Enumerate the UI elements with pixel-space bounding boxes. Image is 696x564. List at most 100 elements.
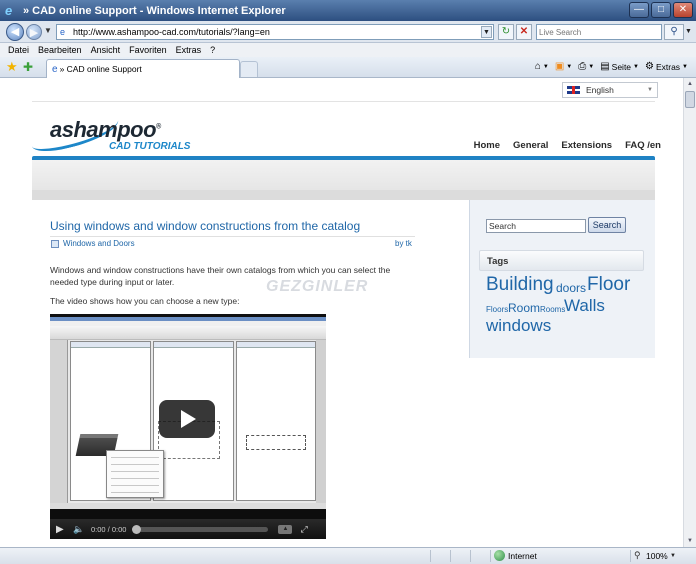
site-logo[interactable]: ashampoo® CAD TUTORIALS [50,117,190,152]
tag-floor[interactable]: Floor [587,274,630,296]
status-divider [450,550,451,562]
sidebar-search-input[interactable] [486,219,586,233]
logo-registered-mark: ® [156,123,161,131]
status-divider [490,550,491,562]
live-search-input[interactable] [537,25,655,39]
category-link[interactable]: Windows and Doors [63,239,135,248]
header-banner-footer [32,190,655,200]
rss-icon: ▣ [554,61,565,72]
logo-subtitle: CAD TUTORIALS [109,141,191,152]
menu-favorites[interactable]: Favoriten [129,45,167,55]
zoom-dropdown-icon[interactable]: ▼ [670,553,676,559]
zoom-level[interactable]: 100% [646,551,668,561]
tab-page-icon: e [52,63,58,75]
close-button[interactable]: ✕ [673,2,693,18]
tools-menu-button[interactable]: ⚙ Extras ▼ [645,61,688,72]
fullscreen-icon[interactable]: ⤢ [300,524,307,535]
tab-label: » CAD online Support [59,64,142,74]
url-text: http://www.ashampoo-cad.com/tutorials/?l… [73,27,270,37]
sidebar-search-button[interactable]: Search [588,217,626,233]
internet-zone-globe-icon [494,550,505,561]
volume-icon[interactable]: 🔈 [73,524,85,535]
menu-file[interactable]: Datei [8,45,29,55]
scroll-up-icon[interactable]: ▲ [685,79,695,89]
tag-floors[interactable]: Floors [486,305,508,314]
language-select[interactable]: English ▼ [562,82,658,98]
tag-doors[interactable]: doors [556,281,586,295]
nav-extensions[interactable]: Extensions [561,140,612,151]
uk-flag-icon [567,86,580,94]
nav-faq[interactable]: FAQ /en [625,140,661,151]
nav-home[interactable]: Home [474,140,500,151]
post-title[interactable]: Using windows and window constructions f… [50,219,360,233]
tags-heading: Tags [479,250,644,271]
vertical-scrollbar[interactable]: ▲ ▼ [683,78,696,547]
print-button[interactable]: ⎙ ▼ [578,61,594,72]
favorites-star-icon[interactable]: ★ [6,60,18,74]
seek-handle[interactable] [132,524,142,534]
page-icon: e [60,27,66,37]
feeds-button[interactable]: ▣ ▼ [555,61,572,72]
menu-view[interactable]: Ansicht [91,45,121,55]
video-seek-bar[interactable] [132,524,269,534]
tag-room[interactable]: Room [508,301,540,315]
url-field[interactable]: e http://www.ashampoo-cad.com/tutorials/… [56,24,494,40]
window-controls: — □ ✕ [629,2,693,18]
new-tab-button[interactable] [240,61,258,77]
logo-brand: ashampoo® [50,117,161,142]
status-bar: Internet ⚲ 100% ▼ [0,547,696,564]
forward-button[interactable]: ▶ [26,24,42,40]
tab-cad-support[interactable]: e » CAD online Support [46,59,240,78]
command-bar: ⌂ ▼ ▣ ▼ ⎙ ▼ ▤ Seite ▼ ⚙ Extras ▼ [535,61,688,72]
printer-icon: ⎙ [578,61,587,72]
page-icon: ▤ [600,61,610,72]
stop-button[interactable]: ✕ [516,24,532,40]
security-zone-label[interactable]: Internet [508,551,537,561]
video-play-overlay-button[interactable] [159,400,215,438]
refresh-button[interactable]: ↻ [498,24,514,40]
scroll-down-icon[interactable]: ▼ [685,536,695,546]
tag-rooms[interactable]: Rooms [540,305,565,314]
category-folder-icon [51,240,59,248]
home-button[interactable]: ⌂ ▼ [535,61,549,72]
tools-menu-label: Extras [655,61,681,72]
menu-edit[interactable]: Bearbeiten [38,45,82,55]
home-icon: ⌂ [534,61,541,72]
quality-toggle-button[interactable]: ▲ [278,524,293,534]
url-dropdown-icon[interactable]: ▼ [481,26,492,38]
history-dropdown-icon[interactable]: ▼ [44,26,52,35]
page-menu-button[interactable]: ▤ Seite ▼ [600,61,639,72]
back-button[interactable]: ◀ [6,23,24,41]
video-player[interactable]: ▶ 🔈 0:00 / 0:00 ▲ ⤢ [50,314,326,539]
window-titlebar: e » CAD online Support - Windows Interne… [0,0,696,21]
menu-tools[interactable]: Extras [176,45,202,55]
tag-building[interactable]: Building [486,274,554,296]
status-divider [470,550,471,562]
live-search-box [536,24,662,40]
tag-windows[interactable]: windows [486,316,551,336]
header-banner [32,160,655,190]
menu-help[interactable]: ? [210,45,215,55]
tag-walls[interactable]: Walls [564,296,605,316]
video-controls: ▶ 🔈 0:00 / 0:00 ▲ ⤢ [50,519,326,539]
play-icon[interactable]: ▶ [56,524,68,535]
search-options-dropdown-icon[interactable]: ▼ [685,28,692,35]
scroll-thumb[interactable] [685,91,695,108]
nav-general[interactable]: General [513,140,548,151]
zoom-icon[interactable]: ⚲ [634,550,641,561]
gear-icon: ⚙ [644,61,654,72]
status-divider [630,550,631,562]
chevron-down-icon: ▼ [647,87,653,93]
add-favorites-icon[interactable]: ✚ [23,60,33,74]
post-title-divider [50,236,415,237]
header-divider [32,101,655,102]
author-byline[interactable]: by tk [395,239,412,248]
menu-bar: Datei Bearbeiten Ansicht Favoriten Extra… [0,43,696,57]
search-go-button[interactable]: ⚲ [664,24,684,40]
maximize-button[interactable]: □ [651,2,671,18]
logo-brand-text: ashampoo [50,117,157,142]
address-bar: ◀ ▶ ▼ e http://www.ashampoo-cad.com/tuto… [0,21,696,43]
main-navigation: Home General Extensions FAQ /en [474,140,661,151]
window-title: » CAD online Support - Windows Internet … [23,4,286,17]
minimize-button[interactable]: — [629,2,649,18]
